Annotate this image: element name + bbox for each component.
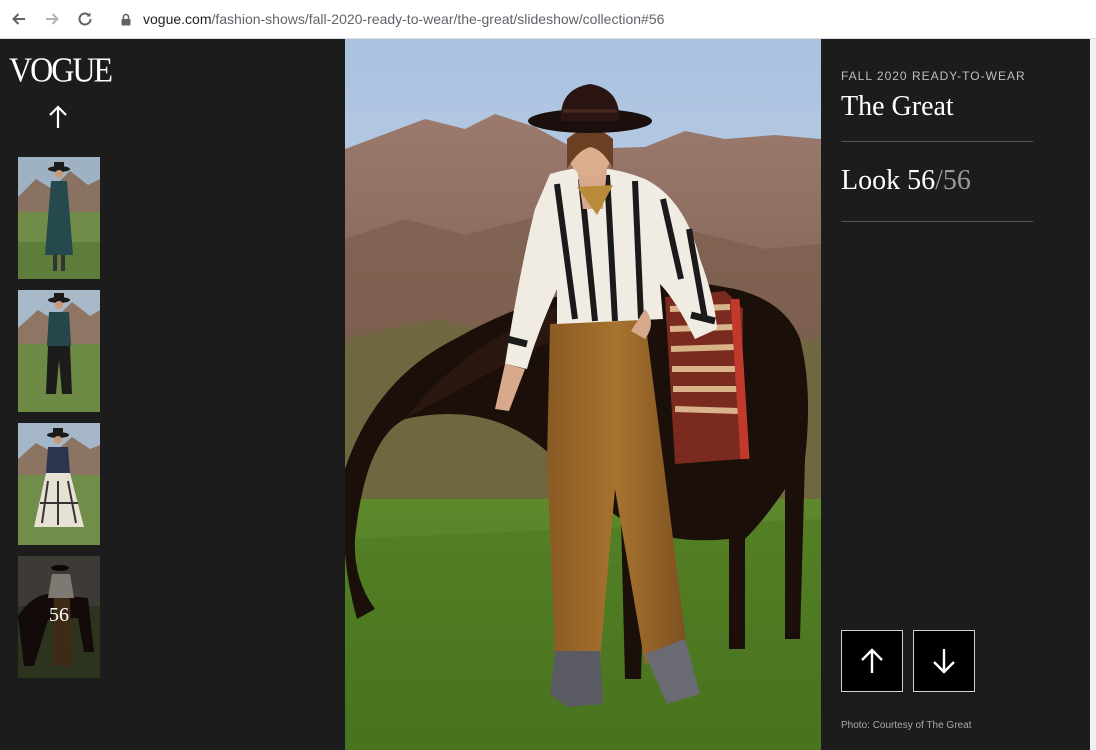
arrow-up-icon[interactable] xyxy=(44,103,72,131)
reload-icon[interactable] xyxy=(74,8,96,30)
look-current: Look 56 xyxy=(841,165,936,196)
address-bar[interactable]: vogue.com/fashion-shows/fall-2020-ready-… xyxy=(108,3,1090,35)
vogue-logo[interactable]: VOGUE xyxy=(9,50,113,90)
arrow-up-icon xyxy=(861,648,883,673)
season-label: FALL 2020 READY-TO-WEAR xyxy=(841,69,1026,83)
active-look-number: 56 xyxy=(49,604,69,626)
divider xyxy=(841,141,1033,142)
browser-toolbar: vogue.com/fashion-shows/fall-2020-ready-… xyxy=(0,0,1096,39)
thumbnail-look-56[interactable]: 56 xyxy=(18,556,100,678)
next-look-button[interactable] xyxy=(913,630,975,692)
photo-credit: Photo: Courtesy of The Great xyxy=(841,720,972,731)
lock-icon xyxy=(121,13,131,26)
thumbnail-look-53[interactable] xyxy=(18,157,100,279)
look-total: /56 xyxy=(935,165,971,196)
designer-title[interactable]: The Great xyxy=(841,91,954,123)
previous-look-button[interactable] xyxy=(841,630,903,692)
thumbnail-look-54[interactable] xyxy=(18,290,100,412)
back-arrow-icon[interactable] xyxy=(8,8,30,30)
url-text[interactable]: vogue.com/fashion-shows/fall-2020-ready-… xyxy=(143,11,664,27)
arrow-down-icon xyxy=(933,649,955,674)
forward-arrow-icon[interactable] xyxy=(41,8,63,30)
slideshow-page: VOGUE 56 FALL 2020 READY-TO-WEAR The Gre… xyxy=(0,39,1090,750)
divider xyxy=(841,221,1033,222)
look-counter: Look 56/56 xyxy=(841,165,971,197)
thumbnail-look-55[interactable] xyxy=(18,423,100,545)
scrollbar-track[interactable] xyxy=(1090,39,1096,750)
look-photo[interactable] xyxy=(345,39,821,750)
